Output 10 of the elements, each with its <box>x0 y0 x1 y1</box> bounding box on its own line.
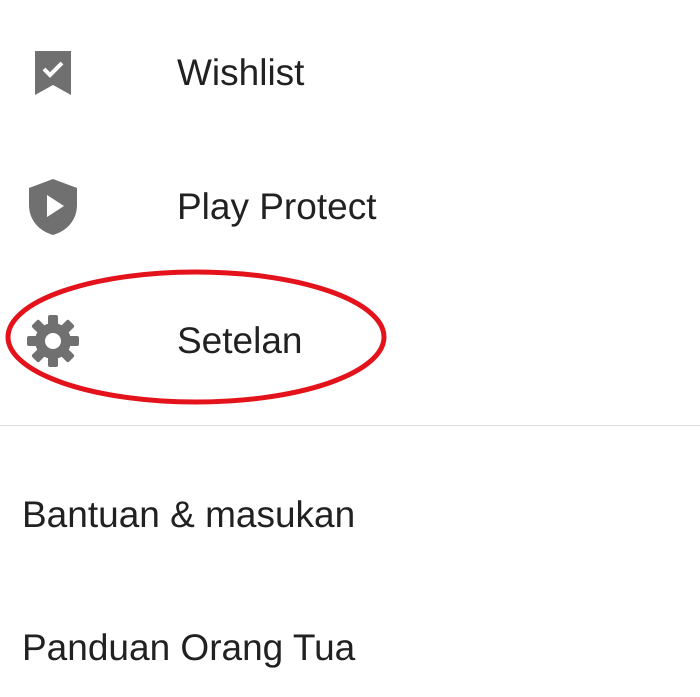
menu-item-label: Setelan <box>177 319 302 364</box>
menu-item[interactable]: Play Protect <box>0 140 700 274</box>
bookmark-check-icon <box>33 49 73 97</box>
menu-item[interactable]: Panduan Orang Tua <box>0 581 700 697</box>
menu-item-label: Wishlist <box>177 51 304 96</box>
menu-item-label: Play Protect <box>177 185 376 230</box>
menu-item[interactable]: Bantuan & masukan <box>0 448 700 581</box>
settings-icon <box>25 313 81 369</box>
menu-item[interactable]: Wishlist <box>0 6 700 140</box>
menu-item[interactable]: Setelan <box>0 274 700 408</box>
